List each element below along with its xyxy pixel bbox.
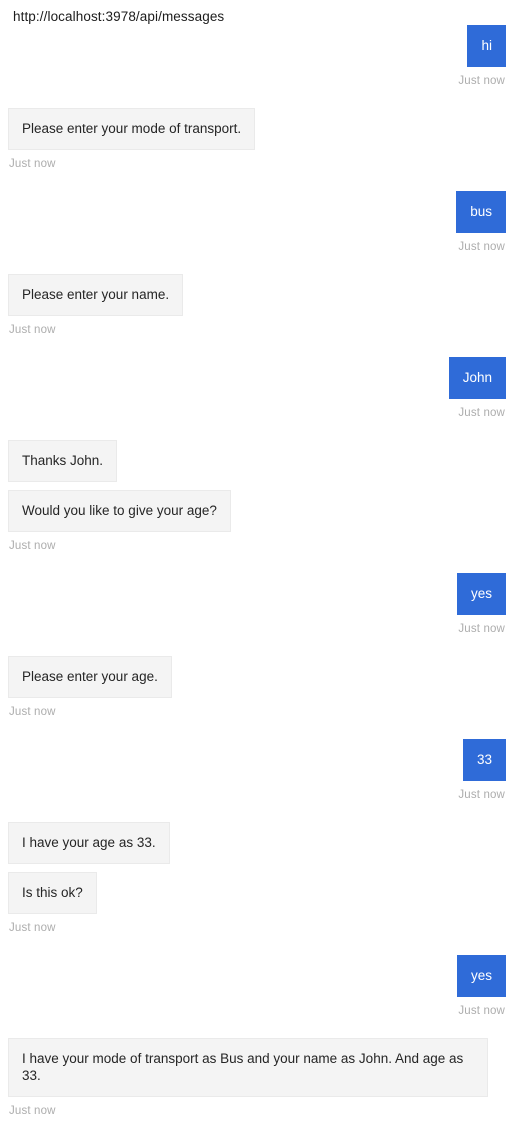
bot-message-bubble[interactable]: I have your age as 33. <box>8 822 170 864</box>
bubble-spacer <box>0 864 513 872</box>
activity-group: yes Just now <box>0 573 513 636</box>
bot-message-row: I have your mode of transport as Bus and… <box>0 1038 513 1097</box>
user-message-row: John <box>0 357 513 399</box>
message-timestamp: Just now <box>9 706 56 718</box>
message-timestamp: Just now <box>458 75 505 87</box>
activity-group: bus Just now <box>0 191 513 254</box>
endpoint-url-label: http://localhost:3978/api/messages <box>13 9 225 24</box>
bot-message-row: Please enter your age. <box>0 656 513 698</box>
bot-message-bubble[interactable]: Please enter your name. <box>8 274 184 316</box>
message-timestamp: Just now <box>9 324 56 336</box>
activity-group: Please enter your name. Just now <box>0 274 513 337</box>
user-message-row: yes <box>0 955 513 997</box>
user-message-row: bus <box>0 191 513 233</box>
message-timestamp: Just now <box>9 1105 56 1117</box>
bot-message-row: Please enter your mode of transport. <box>0 108 513 150</box>
activity-group: I have your age as 33. Is this ok? Just no… <box>0 822 513 935</box>
user-message-bubble[interactable]: yes <box>456 573 506 615</box>
activity-group: Please enter your age. Just now <box>0 656 513 719</box>
bot-message-row: Is this ok? <box>0 872 513 914</box>
user-message-bubble[interactable]: bus <box>456 191 506 233</box>
message-timestamp: Just now <box>458 623 505 635</box>
user-message-bubble[interactable]: hi <box>467 25 506 67</box>
user-message-bubble[interactable]: John <box>448 357 506 399</box>
web-chat-window: http://localhost:3978/api/messages hi Jus… <box>0 0 513 1117</box>
message-timestamp: Just now <box>458 1005 505 1017</box>
message-timestamp: Just now <box>9 158 56 170</box>
activity-group: yes Just now <box>0 955 513 1018</box>
bot-message-row: I have your age as 33. <box>0 822 513 864</box>
activity-group: 33 Just now <box>0 739 513 802</box>
message-timestamp: Just now <box>458 241 505 253</box>
message-timestamp: Just now <box>458 789 505 801</box>
bot-message-bubble[interactable]: Would you like to give your age? <box>8 490 231 532</box>
bot-message-row: Thanks John. <box>0 440 513 482</box>
activity-group: hi Just now <box>0 25 513 88</box>
user-message-row: hi <box>0 25 513 67</box>
bot-message-row: Please enter your name. <box>0 274 513 316</box>
chat-transcript[interactable]: hi Just now Please enter your mode of tran… <box>0 25 513 1138</box>
activity-group: Thanks John. Would you like to give your … <box>0 440 513 553</box>
bot-message-bubble[interactable]: Please enter your mode of transport. <box>8 108 256 150</box>
activity-group: I have your mode of transport as Bus and… <box>0 1038 513 1118</box>
bot-message-bubble[interactable]: Thanks John. <box>8 440 118 482</box>
message-timestamp: Just now <box>9 922 56 934</box>
bot-message-bubble[interactable]: I have your mode of transport as Bus and… <box>8 1038 488 1097</box>
bot-message-row: Would you like to give your age? <box>0 490 513 532</box>
bot-message-bubble[interactable]: Please enter your age. <box>8 656 172 698</box>
activity-group: John Just now <box>0 357 513 420</box>
user-message-bubble[interactable]: 33 <box>462 739 506 781</box>
bot-message-bubble[interactable]: Is this ok? <box>8 872 97 914</box>
message-timestamp: Just now <box>9 540 56 552</box>
user-message-bubble[interactable]: yes <box>456 955 506 997</box>
message-timestamp: Just now <box>458 407 505 419</box>
activity-group: Please enter your mode of transport. Just… <box>0 108 513 171</box>
bubble-spacer <box>0 482 513 490</box>
user-message-row: 33 <box>0 739 513 781</box>
user-message-row: yes <box>0 573 513 615</box>
